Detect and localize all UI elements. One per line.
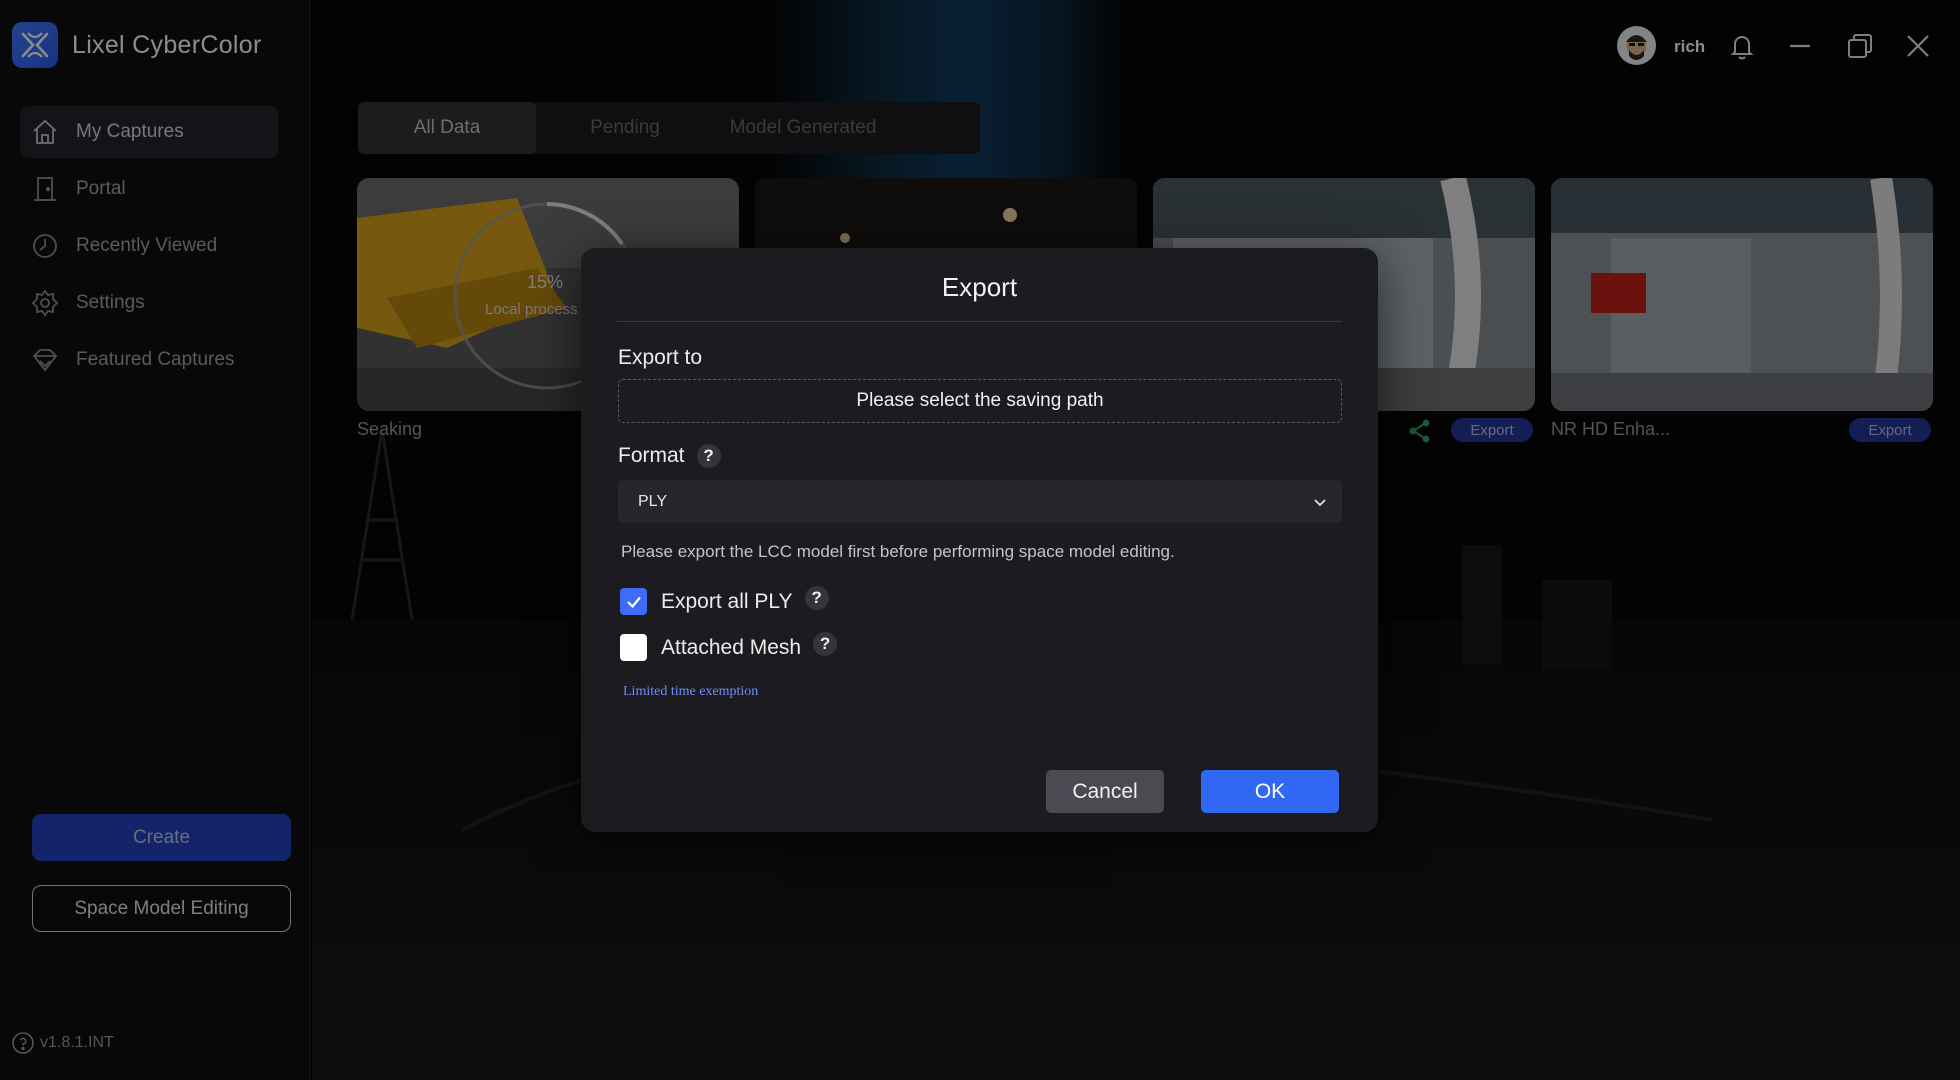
limited-time-exemption-link[interactable]: Limited time exemption xyxy=(623,684,758,700)
saving-path-placeholder: Please select the saving path xyxy=(856,390,1104,411)
export-all-ply-help-icon[interactable]: ? xyxy=(804,585,829,610)
export-all-ply-row: Export all PLY ? xyxy=(620,585,829,615)
format-help-icon[interactable]: ? xyxy=(696,444,721,468)
ok-button[interactable]: OK xyxy=(1201,770,1339,813)
attached-mesh-label: Attached Mesh xyxy=(661,635,802,659)
chevron-down-icon xyxy=(1314,498,1326,506)
export-to-label: Export to xyxy=(618,346,703,369)
format-label: Format xyxy=(618,444,685,467)
checkmark-icon xyxy=(626,596,641,608)
attached-mesh-row: Attached Mesh ? xyxy=(620,631,838,661)
format-selected-value: PLY xyxy=(638,492,668,510)
export-note: Please export the LCC model first before… xyxy=(621,542,1175,561)
format-select[interactable]: PLY xyxy=(618,480,1342,523)
attached-mesh-checkbox[interactable] xyxy=(620,634,647,661)
export-all-ply-checkbox[interactable] xyxy=(620,588,647,615)
export-dialog: Export Export to Please select the savin… xyxy=(581,248,1378,832)
export-all-ply-label: Export all PLY xyxy=(661,589,793,613)
dialog-divider xyxy=(617,321,1342,322)
attached-mesh-help-icon[interactable]: ? xyxy=(813,631,838,656)
cancel-button[interactable]: Cancel xyxy=(1046,770,1164,813)
saving-path-selector[interactable]: Please select the saving path xyxy=(618,379,1342,423)
format-label-row: Format ? xyxy=(618,444,721,468)
dialog-title: Export xyxy=(941,272,1018,302)
